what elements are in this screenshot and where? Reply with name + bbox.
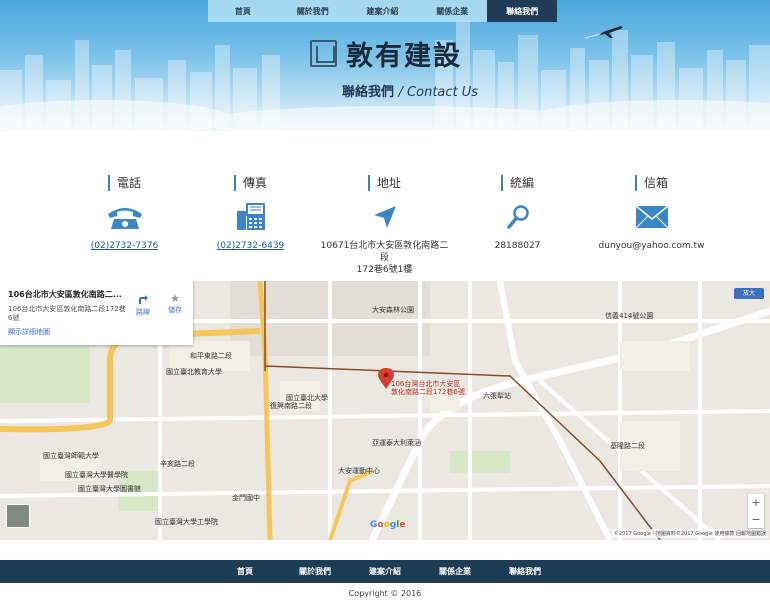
contact-fax-title: 傳真 — [233, 175, 267, 191]
brand-name: 敦有建設 — [346, 41, 462, 72]
map-card-title: 106台北市大安區敦化南路二... — [8, 290, 122, 299]
page-title-en: / Contact Us — [398, 85, 479, 100]
zoom-controls: + − — [748, 494, 764, 528]
brand-logo-icon — [310, 40, 337, 67]
save-label: 儲存 — [168, 306, 182, 314]
enlarge-map-button[interactable]: 放大 — [734, 288, 764, 299]
page-title: 聯絡我們 / Contact Us — [342, 81, 478, 100]
contact-phone-title: 電話 — [107, 175, 141, 191]
map-label-jinmen: 金門國中 — [232, 494, 260, 502]
google-map[interactable]: 大安森林公園 國立臺灣師範大學 信義414號公園 國立臺北教育大學 和平東路二段… — [0, 281, 770, 540]
map-label-keelung: 基隆路二段 — [610, 442, 645, 450]
zoom-out-button[interactable]: − — [748, 511, 764, 528]
map-label-ntu: 國立臺灣大學醫學院 — [65, 471, 128, 479]
phone-icon — [57, 201, 192, 233]
contact-address-line2: 172巷6號1樓 — [356, 265, 413, 275]
map-label-heping: 和平東路二段 — [190, 352, 232, 360]
contact-email-title: 信箱 — [634, 175, 668, 191]
contact-address-line1: 10671台北市大安區敦化南路二段 — [320, 241, 449, 263]
map-card-address: 106台北市大安區敦化南路二段172巷6號 — [8, 305, 126, 322]
map-label-shida-yuanqu: 國立臺北大學 — [286, 394, 328, 402]
map-label-ntu-lib: 國立臺灣大學圖書館 — [78, 485, 141, 493]
directions-label: 路線 — [136, 308, 150, 316]
contact-phone: 電話 (02)2732-7376 — [57, 172, 192, 252]
map-label-daan-park: 大安森林公園 — [372, 306, 414, 314]
footer-nav-affiliates[interactable]: 關係企業 — [420, 560, 490, 583]
footer-nav-home[interactable]: 首頁 — [210, 560, 280, 583]
directions-button[interactable]: 路線 — [130, 293, 156, 317]
contact-info: 電話 (02)2732-7376 傳真 (02)2732-6439 地址 106… — [0, 172, 770, 275]
nav-about[interactable]: 關於我們 — [278, 0, 348, 22]
map-marker-line1: 106台灣台北市大安區 — [391, 380, 461, 388]
contact-fax-value[interactable]: (02)2732-6439 — [183, 240, 318, 252]
brand[interactable]: 敦有建設 — [310, 34, 462, 73]
contact-email: 信箱 dunyou@yahoo.com.tw — [584, 172, 719, 252]
map-label-ntnu: 國立臺灣師範大學 — [43, 452, 99, 460]
contact-tax-id: 統編 28188027 — [450, 172, 585, 252]
footer-nav-projects[interactable]: 建案介紹 — [350, 560, 420, 583]
save-place-button[interactable]: ★ 儲存 — [162, 293, 188, 315]
map-label-yiwu: 亞運泰大利萊涵 — [372, 439, 421, 447]
nav-contact[interactable]: 聯絡我們 — [487, 0, 557, 22]
copyright: Copyright © 2016 — [348, 589, 422, 598]
street-view-thumbnail[interactable] — [6, 504, 30, 528]
contact-address: 地址 10671台北市大安區敦化南路二段 172巷6號1樓 — [317, 172, 452, 276]
map-attribution: ©2017 Google - 地圖資料©2017 Google 使用條款 回報地… — [611, 529, 768, 538]
hero-banner: 首頁 關於我們 建案介紹 關係企業 聯絡我們 敦有建設 聯絡我們 / Conta… — [0, 0, 770, 131]
map-marker-line2: 敦化南路二段172巷6號 — [391, 388, 465, 396]
magnifier-icon — [450, 201, 585, 233]
star-icon: ★ — [170, 292, 180, 305]
map-card-detail-link[interactable]: 顯示詳細地圖 — [8, 327, 185, 337]
nav-home[interactable]: 首頁 — [208, 0, 278, 22]
contact-address-title: 地址 — [367, 175, 401, 191]
map-label-da-an-sports: 大安運動中心 — [338, 467, 380, 475]
contact-fax: 傳真 (02)2732-6439 — [183, 172, 318, 252]
google-logo: Google — [370, 520, 406, 530]
contact-tax-id-value: 28188027 — [494, 241, 541, 251]
top-navigation: 首頁 關於我們 建案介紹 關係企業 聯絡我們 — [208, 0, 557, 22]
footer-navigation: 首頁 關於我們 建案介紹 關係企業 聯絡我們 — [0, 560, 770, 583]
contact-tax-id-title: 統編 — [500, 175, 534, 191]
map-label-ntust: 國立臺灣大學工學院 — [155, 518, 218, 526]
directions-icon — [139, 295, 148, 304]
fax-icon — [183, 201, 318, 233]
map-marker-label: 106台灣台北市大安區 敦化南路二段172巷6號 — [391, 380, 465, 396]
contact-phone-value[interactable]: (02)2732-7376 — [57, 240, 192, 252]
navigation-arrow-icon — [317, 201, 452, 233]
airplane-icon — [585, 26, 623, 39]
contact-address-value: 10671台北市大安區敦化南路二段 172巷6號1樓 — [317, 240, 452, 276]
nav-affiliates[interactable]: 關係企業 — [417, 0, 487, 22]
map-place-card: 106台北市大安區敦化南路二... 106台北市大安區敦化南路二段172巷6號 … — [0, 281, 193, 345]
map-label-xinhai: 辛亥路二段 — [160, 460, 195, 468]
map-label-liuzhangli: 六張犁站 — [483, 392, 511, 400]
footer-nav-contact[interactable]: 聯絡我們 — [490, 560, 560, 583]
contact-email-value[interactable]: dunyou@yahoo.com.tw — [584, 240, 719, 252]
zoom-in-button[interactable]: + — [748, 494, 764, 511]
map-label-zhongzheng: 國立臺北教育大學 — [166, 368, 222, 376]
envelope-icon — [584, 201, 719, 233]
footer-nav-about[interactable]: 關於我們 — [280, 560, 350, 583]
nav-projects[interactable]: 建案介紹 — [348, 0, 418, 22]
map-label-xinyi: 信義414號公園 — [605, 312, 654, 320]
page-title-zh: 聯絡我們 — [342, 85, 395, 100]
